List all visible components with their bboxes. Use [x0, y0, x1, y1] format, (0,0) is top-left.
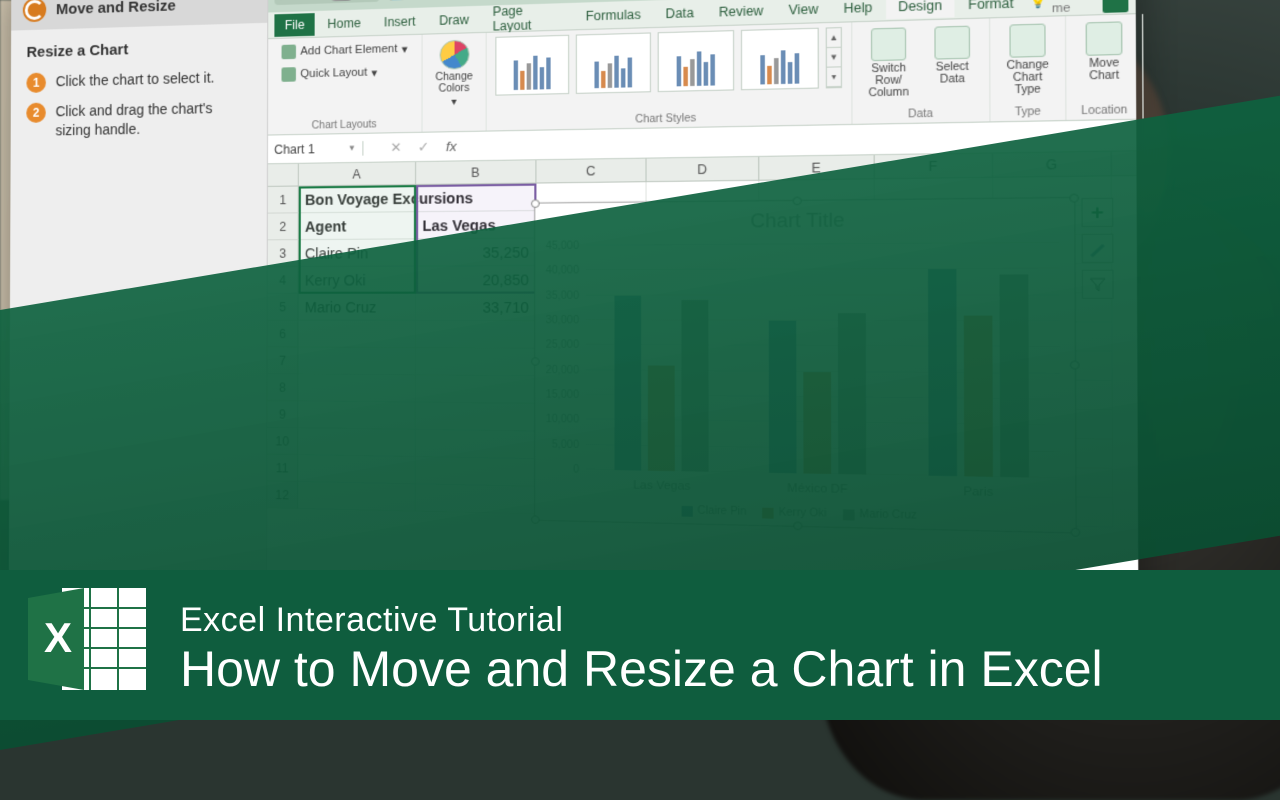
lightbulb-icon: 💡 — [1030, 0, 1047, 9]
redo-icon[interactable]: ↷ — [444, 0, 468, 3]
col-header[interactable]: B — [416, 160, 536, 184]
tab-home[interactable]: Home — [317, 11, 371, 35]
col-header[interactable]: D — [647, 157, 760, 181]
add-chart-element-button[interactable]: Add Chart Element ▾ — [278, 39, 412, 61]
move-chart-icon — [1086, 21, 1123, 56]
undo-icon[interactable]: ↶ — [415, 0, 438, 4]
tab-help[interactable]: Help — [832, 0, 884, 20]
overlay-subtitle: Excel Interactive Tutorial — [180, 601, 1103, 640]
switch-row-column-button[interactable]: Switch Row/ Column — [862, 25, 916, 102]
autosave-toggle[interactable]: AutoSave Off — [274, 0, 378, 5]
tutorial-section-title: Resize a Chart — [27, 38, 251, 61]
step-text: Click the chart to select it. — [56, 68, 215, 92]
svg-text:X: X — [44, 614, 72, 661]
cell[interactable]: Bon Voyage Excursions — [299, 185, 416, 213]
share-button[interactable] — [1103, 0, 1129, 12]
change-colors-button[interactable]: Change Colors▾ — [429, 37, 478, 110]
tab-format[interactable]: Format — [956, 0, 1025, 17]
tab-view[interactable]: View — [777, 0, 830, 22]
tab-data[interactable]: Data — [654, 0, 705, 25]
name-box[interactable]: Chart 1 ▼ — [268, 141, 363, 157]
cell[interactable]: Agent — [299, 212, 416, 240]
tutorial-title: Move and Resize — [56, 0, 176, 18]
change-chart-type-button[interactable]: Change Chart Type — [1000, 21, 1056, 99]
select-all-corner[interactable] — [268, 164, 299, 186]
col-header[interactable]: A — [299, 162, 416, 185]
change-type-label: Change Chart Type — [1005, 59, 1051, 97]
cancel-formula-icon[interactable]: ✕ — [382, 139, 409, 156]
ribbon-group-label: Data — [908, 106, 933, 121]
tab-file[interactable]: File — [274, 13, 315, 37]
insert-function-icon[interactable]: fx — [437, 138, 465, 154]
tab-formulas[interactable]: Formulas — [575, 2, 652, 28]
ribbon-group-label: Location — [1081, 102, 1127, 117]
palette-icon — [439, 40, 469, 70]
step-number-badge: 1 — [26, 73, 46, 93]
quick-layout-icon — [282, 67, 296, 82]
chart-style-thumb[interactable] — [495, 35, 569, 96]
tutorial-step: 1 Click the chart to select it. — [26, 67, 250, 93]
save-icon[interactable]: 💾 — [385, 0, 408, 5]
col-header[interactable]: C — [536, 159, 646, 183]
switch-rc-label: Switch Row/ Column — [866, 62, 911, 99]
select-data-icon — [934, 26, 970, 60]
name-box-value: Chart 1 — [274, 141, 315, 156]
chevron-down-icon[interactable]: ▼ — [348, 143, 356, 152]
toggle-pill-icon[interactable] — [330, 0, 355, 1]
quick-layout-label: Quick Layout — [300, 66, 367, 80]
step-number-badge: 2 — [26, 103, 46, 123]
switch-rc-icon — [871, 27, 906, 61]
tab-design[interactable]: Design — [886, 0, 954, 19]
tutorial-step: 2 Click and drag the chart's sizing hand… — [26, 98, 250, 141]
excel-logo-icon: X — [22, 580, 152, 698]
select-data-label: Select Data — [936, 61, 969, 86]
quick-layout-button[interactable]: Quick Layout ▾ — [278, 63, 382, 84]
resize-handle[interactable] — [531, 199, 540, 208]
row-header[interactable]: 1 — [268, 187, 299, 214]
ribbon-group-label: Type — [1015, 104, 1041, 119]
tab-review[interactable]: Review — [707, 0, 774, 24]
add-chart-element-label: Add Chart Element — [300, 43, 397, 58]
chart-styles-gallery[interactable]: ▲▼▾ — [495, 27, 842, 96]
cell[interactable] — [416, 184, 536, 213]
overlay-title: How to Move and Resize a Chart in Excel — [180, 640, 1103, 698]
move-chart-label: Move Chart — [1089, 57, 1119, 82]
change-type-icon — [1009, 23, 1045, 57]
tell-me-search[interactable]: 💡 Tell me — [1030, 0, 1090, 16]
chart-style-thumb[interactable] — [658, 30, 735, 92]
tab-insert[interactable]: Insert — [373, 9, 426, 33]
tab-draw[interactable]: Draw — [428, 7, 479, 32]
tell-me-label: Tell me — [1052, 0, 1091, 15]
tutorial-logo-icon — [23, 0, 46, 22]
select-data-button[interactable]: Select Data — [925, 23, 980, 88]
chart-style-thumb[interactable] — [741, 28, 819, 91]
enter-formula-icon[interactable]: ✓ — [410, 138, 438, 155]
move-chart-button[interactable]: Move Chart — [1076, 19, 1133, 85]
title-overlay: Excel Interactive Tutorial How to Move a… — [180, 601, 1103, 698]
step-text: Click and drag the chart's sizing handle… — [55, 98, 250, 140]
chart-element-icon — [282, 45, 296, 60]
ribbon-group-label: Chart Layouts — [312, 117, 377, 132]
autosave-label: AutoSave — [281, 0, 326, 2]
chart-style-thumb[interactable] — [576, 32, 651, 93]
change-colors-label: Change Colors — [434, 71, 475, 95]
ribbon-group-label: Chart Styles — [635, 111, 696, 126]
gallery-scroll[interactable]: ▲▼▾ — [826, 27, 842, 88]
row-header[interactable]: 2 — [268, 213, 299, 240]
